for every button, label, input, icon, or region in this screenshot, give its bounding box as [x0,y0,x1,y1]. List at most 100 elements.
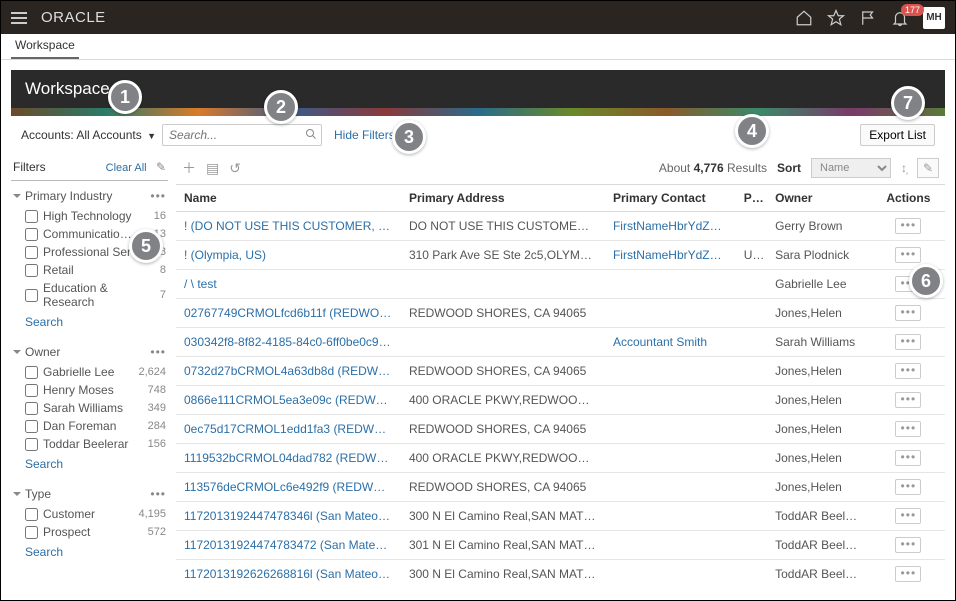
tab-workspace[interactable]: Workspace [11,33,79,59]
row-actions-button[interactable]: ••• [895,276,921,292]
row-actions-button[interactable]: ••• [895,247,921,263]
table-row[interactable]: 030342f8-8f82-4185-84c0-6ff0be0c9653 Acco… [176,328,945,357]
col-address[interactable]: Primary Address [401,185,605,212]
row-actions-button[interactable]: ••• [895,334,921,350]
filter-item[interactable]: Communicatio…13 [11,225,168,243]
row-actions-button[interactable]: ••• [895,305,921,321]
filter-item[interactable]: High Technology16 [11,207,168,225]
row-actions-button[interactable]: ••• [895,566,921,582]
clear-all-link[interactable]: Clear All [106,162,147,174]
menu-icon[interactable] [11,12,27,24]
filter-search-link[interactable]: Search [11,311,168,333]
filter-item[interactable]: Sarah Williams349 [11,399,168,417]
table-row[interactable]: 0866e111CRMOL5ea3e09c (REDWOOD SHOR…400 … [176,386,945,415]
filter-item[interactable]: Customer4,195 [11,505,168,523]
filter-item[interactable]: Henry Moses748 [11,381,168,399]
row-actions-button[interactable]: ••• [895,479,921,495]
filter-item[interactable]: Dan Foreman284 [11,417,168,435]
filter-item[interactable]: Gabrielle Lee2,624 [11,363,168,381]
data-table-wrap[interactable]: Name Primary Address Primary Contact Pri… [176,185,945,584]
filter-checkbox[interactable] [25,402,38,415]
filter-checkbox[interactable] [25,366,38,379]
table-row[interactable]: 1172013192447478346l (San Mateo, US)300 … [176,502,945,531]
filter-checkbox[interactable] [25,264,38,277]
cell-name[interactable]: 1119532bCRMOL04dad782 (REDWOOD SHO… [176,444,401,473]
cell-name[interactable]: ! (Olympia, US) [176,241,401,270]
col-owner[interactable]: Owner [767,185,872,212]
filter-checkbox[interactable] [25,420,38,433]
filter-group-header[interactable]: Primary Industry••• [11,185,168,207]
filter-checkbox[interactable] [25,384,38,397]
cell-name[interactable]: 030342f8-8f82-4185-84c0-6ff0be0c9653 [176,328,401,357]
row-actions-button[interactable]: ••• [895,537,921,553]
cell-contact[interactable]: Accountant Smith [605,328,736,357]
row-actions-button[interactable]: ••• [895,392,921,408]
cell-name[interactable]: / \ test [176,270,401,299]
cell-name[interactable]: 1172013192626268816l (San Mateo, US) [176,560,401,585]
filter-checkbox[interactable] [25,228,38,241]
row-actions-button[interactable]: ••• [895,363,921,379]
cell-name[interactable]: ! (DO NOT USE THIS CUSTOMER, DE) [176,212,401,241]
edit-filters-icon[interactable]: ✎ [156,160,166,174]
home-icon[interactable] [795,9,813,27]
row-actions-button[interactable]: ••• [895,508,921,524]
cell-name[interactable]: 1172013192447478346l (San Mateo, US) [176,502,401,531]
favorite-icon[interactable] [827,9,845,27]
table-row[interactable]: ! (DO NOT USE THIS CUSTOMER, DE)DO NOT U… [176,212,945,241]
filter-item[interactable]: Prospect572 [11,523,168,541]
cell-name[interactable]: 0ec75d17CRMOL1edd1fa3 (REDWOOD SHOR… [176,415,401,444]
table-row[interactable]: 113576deCRMOLc6e492f9 (REDWOOD SHOR…REDW… [176,473,945,502]
cell-name[interactable]: 0732d27bCRMOL4a63db8d (REDWOOD SHO… [176,357,401,386]
filter-item[interactable]: Professional Services8 [11,243,168,261]
filter-checkbox[interactable] [25,508,38,521]
more-icon[interactable]: ••• [150,487,166,501]
cell-name[interactable]: 11720131924474783472 (San Mateo, US) [176,531,401,560]
filter-checkbox[interactable] [25,246,38,259]
filter-checkbox[interactable] [25,210,38,223]
col-name[interactable]: Name [176,185,401,212]
more-icon[interactable]: ••• [150,345,166,359]
filter-item[interactable]: Retail8 [11,261,168,279]
filter-search-link[interactable]: Search [11,541,168,563]
table-row[interactable]: 1172013192626268816l (San Mateo, US)300 … [176,560,945,585]
filter-checkbox[interactable] [25,526,38,539]
search-input[interactable] [162,124,322,146]
sort-select[interactable]: Name [811,158,891,178]
cell-contact[interactable]: FirstNameHbrYdZVsfkn … [605,212,736,241]
hide-filters-link[interactable]: Hide Filters [334,128,395,142]
row-actions-button[interactable]: ••• [895,218,921,234]
cell-contact[interactable]: FirstNameHbrYdZVsfkn … [605,241,736,270]
table-row[interactable]: 1119532bCRMOL04dad782 (REDWOOD SHO…400 O… [176,444,945,473]
scope-selector[interactable]: Accounts: All Accounts ▼ [21,128,156,142]
table-row[interactable]: 0ec75d17CRMOL1edd1fa3 (REDWOOD SHOR…REDW… [176,415,945,444]
filter-checkbox[interactable] [25,289,38,302]
edit-columns-icon[interactable]: ✎ [917,158,939,178]
filter-group-header[interactable]: Owner••• [11,341,168,363]
row-actions-button[interactable]: ••• [895,450,921,466]
table-row[interactable]: 0732d27bCRMOL4a63db8d (REDWOOD SHO…REDWO… [176,357,945,386]
table-row[interactable]: / \ testGabrielle Lee••• [176,270,945,299]
flag-icon[interactable] [859,9,877,27]
filter-item[interactable]: Toddar Beelerar156 [11,435,168,453]
row-actions-button[interactable]: ••• [895,421,921,437]
export-list-button[interactable]: Export List [860,124,935,146]
save-icon[interactable]: ▤ [206,160,219,177]
more-icon[interactable]: ••• [150,189,166,203]
table-row[interactable]: ! (Olympia, US)310 Park Ave SE Ste 2c5,O… [176,241,945,270]
cell-name[interactable]: 113576deCRMOLc6e492f9 (REDWOOD SHOR… [176,473,401,502]
help-icon[interactable]: ? [116,82,130,96]
cell-name[interactable]: 0866e111CRMOL5ea3e09c (REDWOOD SHOR… [176,386,401,415]
filter-group-header[interactable]: Type••• [11,483,168,505]
user-avatar[interactable]: MH [923,7,945,29]
refresh-icon[interactable]: ↺ [229,160,241,177]
search-icon[interactable] [305,128,317,143]
notifications-icon[interactable]: 177 [891,9,909,27]
create-icon[interactable]: ＋ [182,158,196,178]
filter-checkbox[interactable] [25,438,38,451]
table-row[interactable]: 11720131924474783472 (San Mateo, US)301 … [176,531,945,560]
col-phone[interactable]: Prim: [736,185,767,212]
cell-name[interactable]: 02767749CRMOLfcd6b11f (REDWOOD SHOR… [176,299,401,328]
table-row[interactable]: 02767749CRMOLfcd6b11f (REDWOOD SHOR…REDW… [176,299,945,328]
sort-settings-icon[interactable]: ↕̩ [901,161,907,175]
col-contact[interactable]: Primary Contact [605,185,736,212]
